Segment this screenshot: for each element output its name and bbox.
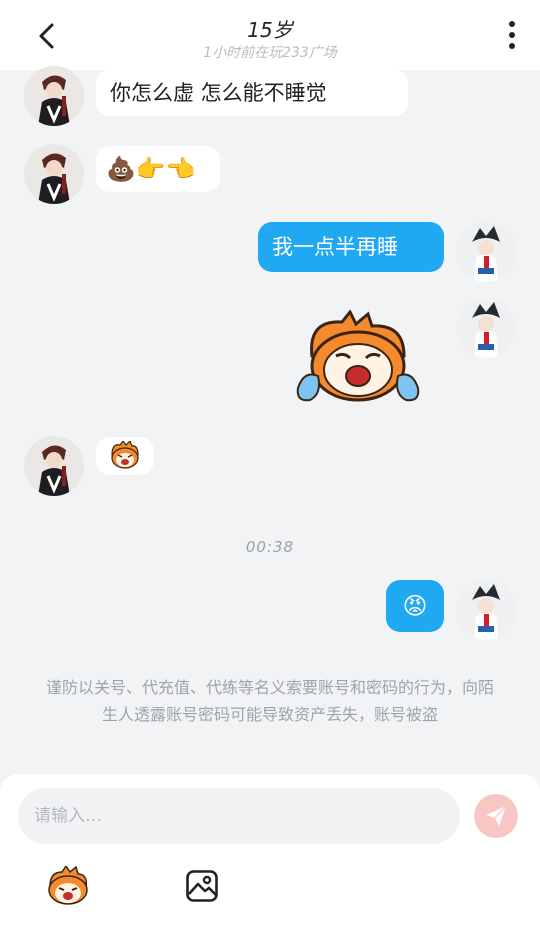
more-vertical-icon — [509, 21, 515, 49]
chat-title: 15岁 — [247, 18, 293, 42]
message-bubble-outgoing[interactable]: 😡 — [386, 580, 444, 632]
mascot-emoji-icon — [48, 866, 88, 905]
chat-status: 1小时前在玩233广场 — [203, 45, 337, 61]
my-avatar[interactable] — [456, 298, 516, 358]
message-input[interactable] — [18, 788, 460, 844]
mascot-emoji-button[interactable] — [46, 864, 90, 908]
contact-avatar-image — [24, 436, 84, 496]
message-timestamp: 00:38 — [245, 538, 295, 556]
message-bubble-incoming[interactable]: 💩👉👈 — [96, 146, 220, 192]
security-notice: 谨防以关号、代充值、代练等名义索要账号和密码的行为，向陌生人透露账号密码可能导致… — [45, 678, 494, 724]
more-options-button[interactable] — [506, 18, 518, 52]
message-bubble-incoming[interactable]: 你怎么虚 怎么能不睡觉 — [96, 70, 408, 116]
message-text: 我一点半再睡 — [272, 234, 398, 259]
contact-avatar-image — [24, 66, 84, 126]
my-avatar[interactable] — [456, 222, 516, 282]
composer-panel — [0, 774, 540, 932]
image-picker-button[interactable] — [180, 864, 224, 908]
my-avatar[interactable] — [456, 580, 516, 640]
message-bubble-incoming[interactable] — [96, 437, 154, 475]
top-bar: 15岁 1小时前在玩233广场 — [0, 0, 540, 70]
message-text: 你怎么虚 怎么能不睡觉 — [110, 80, 327, 105]
send-button[interactable] — [474, 794, 518, 838]
message-bubble-outgoing[interactable]: 我一点半再睡 — [258, 222, 444, 272]
laughing-mascot-icon — [111, 441, 139, 469]
my-avatar-image — [456, 580, 516, 640]
contact-avatar[interactable] — [24, 436, 84, 496]
my-avatar-image — [456, 222, 516, 282]
my-avatar-image — [456, 298, 516, 358]
contact-avatar-image — [24, 144, 84, 204]
emoji-message: 😡 — [402, 592, 428, 620]
emoji-message: 💩👉👈 — [106, 155, 196, 183]
crying-mascot-sticker[interactable] — [292, 309, 424, 406]
crying-mascot-icon — [296, 309, 420, 402]
image-icon — [186, 870, 218, 902]
contact-avatar[interactable] — [24, 66, 84, 126]
contact-avatar[interactable] — [24, 144, 84, 204]
paper-plane-icon — [486, 805, 507, 826]
